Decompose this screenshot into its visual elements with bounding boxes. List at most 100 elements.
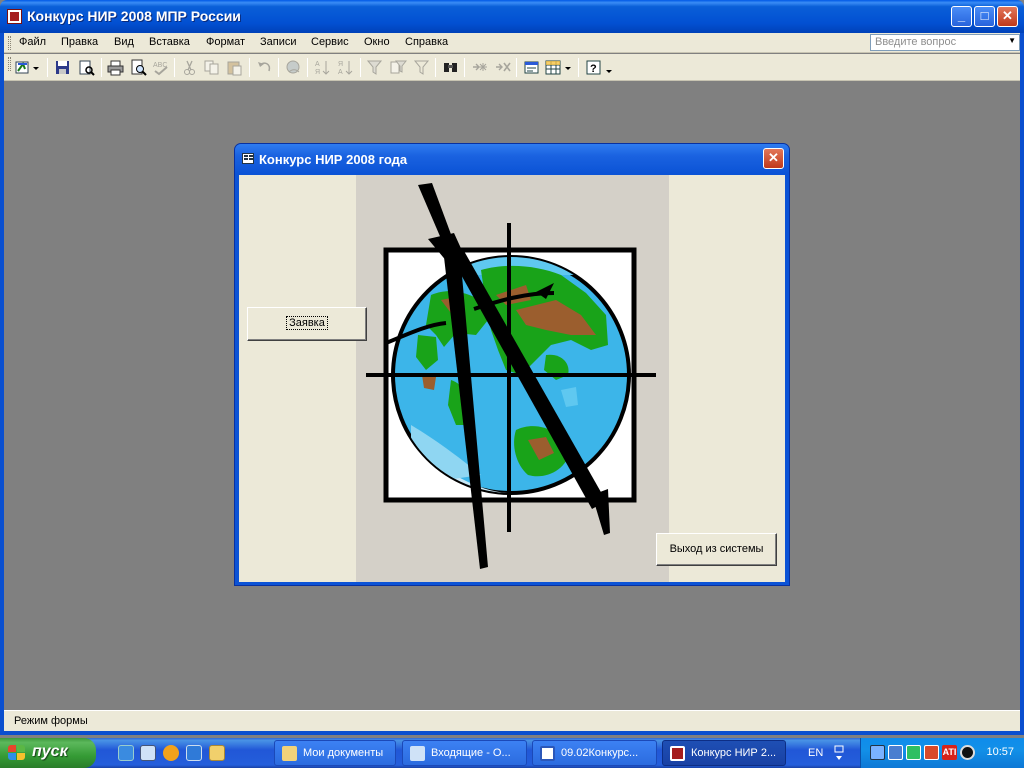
language-indicator[interactable]: EN [808, 747, 823, 759]
form-close-button[interactable]: ✕ [763, 148, 784, 169]
speaker-icon[interactable] [960, 745, 975, 760]
ati-icon[interactable]: ATI [942, 745, 957, 760]
toolbar-separator [578, 58, 579, 77]
menu-bar-grip[interactable] [8, 36, 11, 50]
window-frame-right [1020, 33, 1024, 732]
emblem-picture-panel [356, 175, 669, 582]
start-button[interactable]: пуск [0, 738, 96, 768]
form-view-toolbar: ABC AЯ ЯA ? [4, 54, 1020, 81]
view-dropdown-icon[interactable] [32, 59, 40, 76]
access-app-icon[interactable] [7, 9, 22, 24]
paste-icon[interactable] [226, 59, 243, 76]
clock[interactable]: 10:57 [986, 746, 1014, 758]
toolbar-separator [307, 58, 308, 77]
properties-icon[interactable] [523, 59, 540, 76]
toolbar-separator [101, 58, 102, 77]
toolbar-separator [435, 58, 436, 77]
filter-by-selection-icon[interactable] [367, 59, 384, 76]
svg-text:A: A [338, 69, 343, 76]
internet-explorer-icon[interactable] [118, 745, 134, 761]
app-title: Конкурс НИР 2008 МПР России [27, 8, 241, 24]
task-label: Входящие - О... [431, 747, 511, 759]
undo-icon[interactable] [256, 59, 273, 76]
globe-compass-emblem [366, 183, 656, 569]
database-window-icon[interactable] [545, 59, 562, 76]
spelling-icon[interactable]: ABC [152, 59, 169, 76]
sort-ascending-icon[interactable]: AЯ [314, 59, 331, 76]
task-label: 09.02Конкурс... [561, 747, 639, 759]
svg-text:Я: Я [338, 61, 343, 68]
status-bar: Режим формы [4, 710, 1020, 731]
security-icon[interactable] [906, 745, 921, 760]
language-bar-icon[interactable] [833, 744, 845, 762]
print-preview-icon[interactable] [130, 59, 147, 76]
app-title-bar[interactable]: Конкурс НИР 2008 МПР России _ □ ✕ [0, 0, 1024, 33]
toolbar-grip[interactable] [8, 57, 11, 71]
toolbar-separator [464, 58, 465, 77]
toolbar-separator [278, 58, 279, 77]
ask-question-input[interactable]: Введите вопрос ▼ [870, 34, 1020, 51]
menu-file[interactable]: Файл [19, 36, 46, 48]
status-text: Режим формы [14, 715, 88, 727]
menu-format[interactable]: Формат [206, 36, 245, 48]
print-icon[interactable] [107, 59, 124, 76]
menu-tools[interactable]: Сервис [311, 36, 349, 48]
close-button[interactable]: ✕ [997, 6, 1018, 27]
sort-descending-icon[interactable]: ЯA [337, 59, 354, 76]
media-player-icon[interactable] [163, 745, 179, 761]
help-dropdown-icon[interactable] [605, 59, 613, 76]
filter-by-form-icon[interactable] [390, 59, 407, 76]
view-icon[interactable] [14, 59, 31, 76]
windows-logo-icon [8, 745, 26, 761]
find-icon[interactable] [442, 59, 459, 76]
task-label: Мои документы [303, 747, 384, 759]
task-my-documents[interactable]: Мои документы [274, 740, 396, 766]
delete-record-icon[interactable] [494, 59, 511, 76]
network-icon[interactable] [870, 745, 885, 760]
display-icon[interactable] [888, 745, 903, 760]
toolbar-separator [249, 58, 250, 77]
web-browser-icon[interactable] [186, 745, 202, 761]
toolbar-separator [360, 58, 361, 77]
system-tray: ATI 10:57 [860, 738, 1024, 768]
menu-window[interactable]: Окно [364, 36, 390, 48]
save-icon[interactable] [54, 59, 71, 76]
task-label: Конкурс НИР 2... [691, 747, 777, 759]
access-app-icon [670, 746, 685, 761]
folder-icon [282, 746, 297, 761]
chevron-down-icon[interactable]: ▼ [1008, 36, 1016, 45]
form-icon[interactable] [242, 153, 254, 164]
ask-question-placeholder: Введите вопрос [875, 36, 957, 48]
exit-system-button-label: Выход из системы [669, 543, 764, 555]
form-title: Конкурс НИР 2008 года [259, 152, 408, 167]
menu-help[interactable]: Справка [405, 36, 448, 48]
application-button[interactable]: Заявка [247, 307, 367, 341]
minimize-button[interactable]: _ [951, 6, 972, 27]
hyperlink-icon[interactable] [285, 59, 302, 76]
folder-icon[interactable] [209, 745, 225, 761]
word-document-icon [540, 746, 555, 761]
help-icon[interactable]: ? [586, 59, 603, 76]
task-word-document[interactable]: 09.02Конкурс... [532, 740, 657, 766]
cut-icon[interactable] [181, 59, 198, 76]
menu-records[interactable]: Записи [260, 36, 297, 48]
start-label: пуск [32, 743, 68, 760]
outlook-express-icon [410, 746, 425, 761]
menu-insert[interactable]: Вставка [149, 36, 190, 48]
menu-view[interactable]: Вид [114, 36, 134, 48]
apply-filter-icon[interactable] [413, 59, 430, 76]
maximize-button[interactable]: □ [974, 6, 995, 27]
toolbar-separator [47, 58, 48, 77]
copy-icon[interactable] [203, 59, 220, 76]
antivirus-icon[interactable] [924, 745, 939, 760]
exit-system-button[interactable]: Выход из системы [656, 533, 777, 566]
task-inbox[interactable]: Входящие - О... [402, 740, 527, 766]
new-record-icon[interactable] [471, 59, 488, 76]
outlook-express-icon[interactable] [140, 745, 156, 761]
new-object-dropdown-icon[interactable] [564, 59, 572, 76]
file-search-icon[interactable] [78, 59, 95, 76]
task-access-contest[interactable]: Конкурс НИР 2... [662, 740, 786, 766]
form-title-bar[interactable]: Конкурс НИР 2008 года ✕ [235, 144, 789, 174]
menu-edit[interactable]: Правка [61, 36, 98, 48]
taskbar: пуск Мои документы Входящие - О... 09.02… [0, 738, 1024, 768]
